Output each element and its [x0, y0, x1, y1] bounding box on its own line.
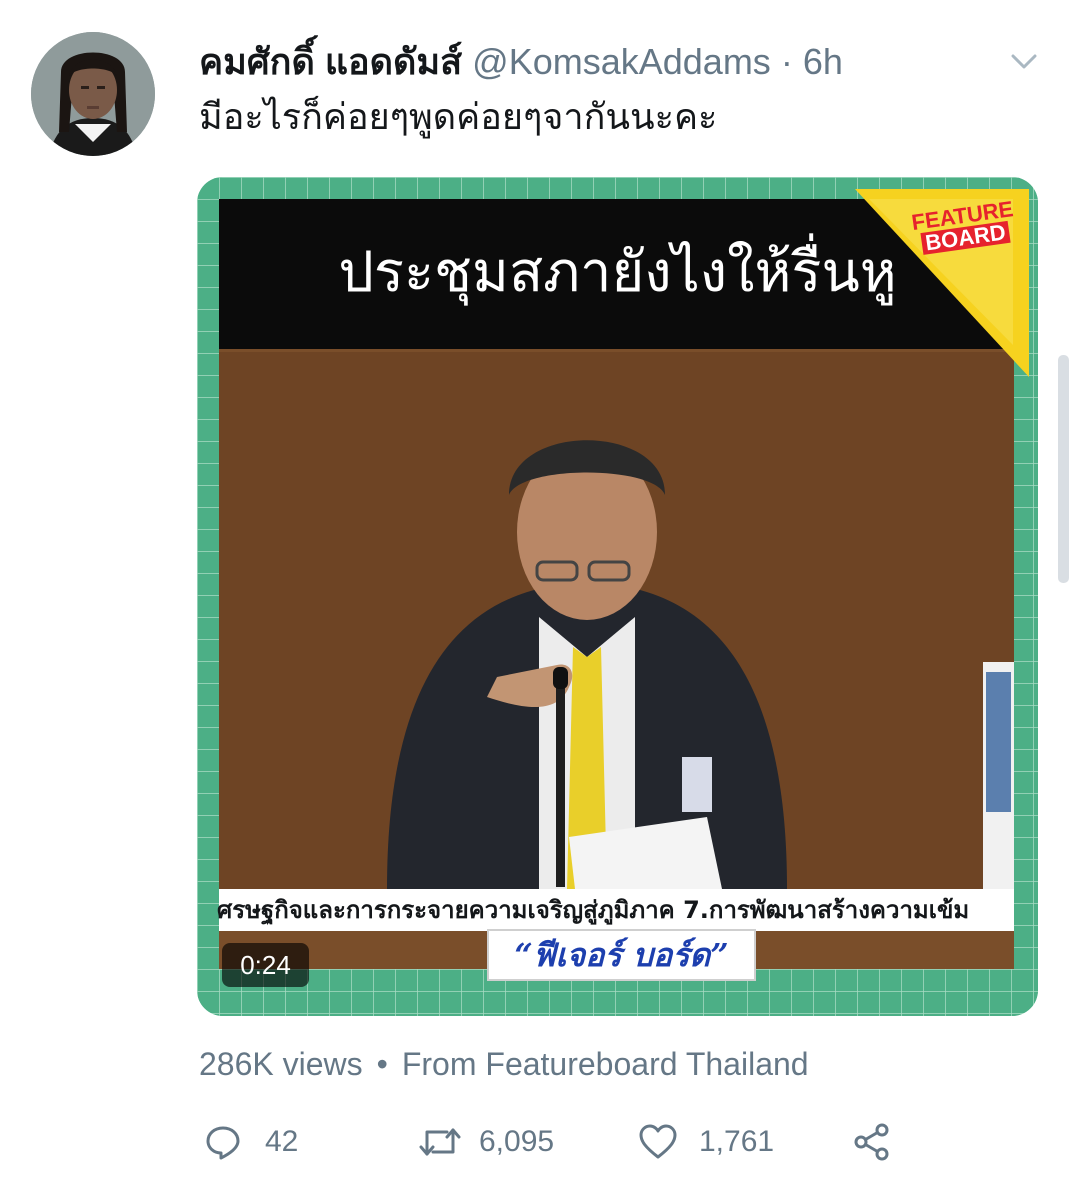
like-button[interactable]: 1,761 [637, 1118, 774, 1166]
chevron-down-icon[interactable] [1004, 42, 1044, 82]
tweet-actions: 42 6,095 1,761 [203, 1118, 903, 1166]
video-meta: 286K views • From Featureboard Thailand [199, 1044, 809, 1084]
share-button[interactable] [851, 1118, 893, 1166]
view-count: 286K views [199, 1046, 363, 1082]
display-name[interactable]: คมศักดิ์ แอดดัมส์ [199, 41, 462, 82]
reply-button[interactable]: 42 [203, 1118, 298, 1166]
tweet-header: คมศักดิ์ แอดดัมส์ @KomsakAddams · 6h [199, 40, 843, 84]
retweet-icon [417, 1122, 463, 1162]
scrollbar[interactable] [1058, 355, 1069, 583]
separator-dot: · [780, 41, 793, 82]
reply-icon [203, 1122, 243, 1162]
like-count: 1,761 [699, 1125, 775, 1158]
video-player[interactable]: ประชุมสภายังไงให้รื่นหู FEATURE BOARD ศร… [197, 177, 1038, 1016]
meta-bullet: • [376, 1046, 388, 1082]
retweet-button[interactable]: 6,095 [417, 1118, 554, 1166]
video-duration: 0:24 [222, 943, 309, 987]
channel-banner: “ฟีเจอร์ บอร์ด” [487, 929, 756, 981]
user-handle[interactable]: @KomsakAddams [472, 41, 771, 82]
share-icon [851, 1121, 893, 1163]
reply-count: 42 [265, 1125, 299, 1158]
retweet-count: 6,095 [479, 1125, 555, 1158]
avatar[interactable] [31, 32, 155, 156]
avatar-image [31, 32, 155, 156]
video-source[interactable]: From Featureboard Thailand [402, 1046, 809, 1082]
timestamp[interactable]: 6h [803, 41, 843, 82]
news-ticker: ศรษฐกิจและการกระจายความเจริญสู่ภูมิภาค 7… [217, 896, 970, 924]
like-icon [637, 1122, 679, 1162]
tweet-text: มีอะไรก็ค่อยๆพูดค่อยๆจากันนะคะ [199, 96, 718, 137]
